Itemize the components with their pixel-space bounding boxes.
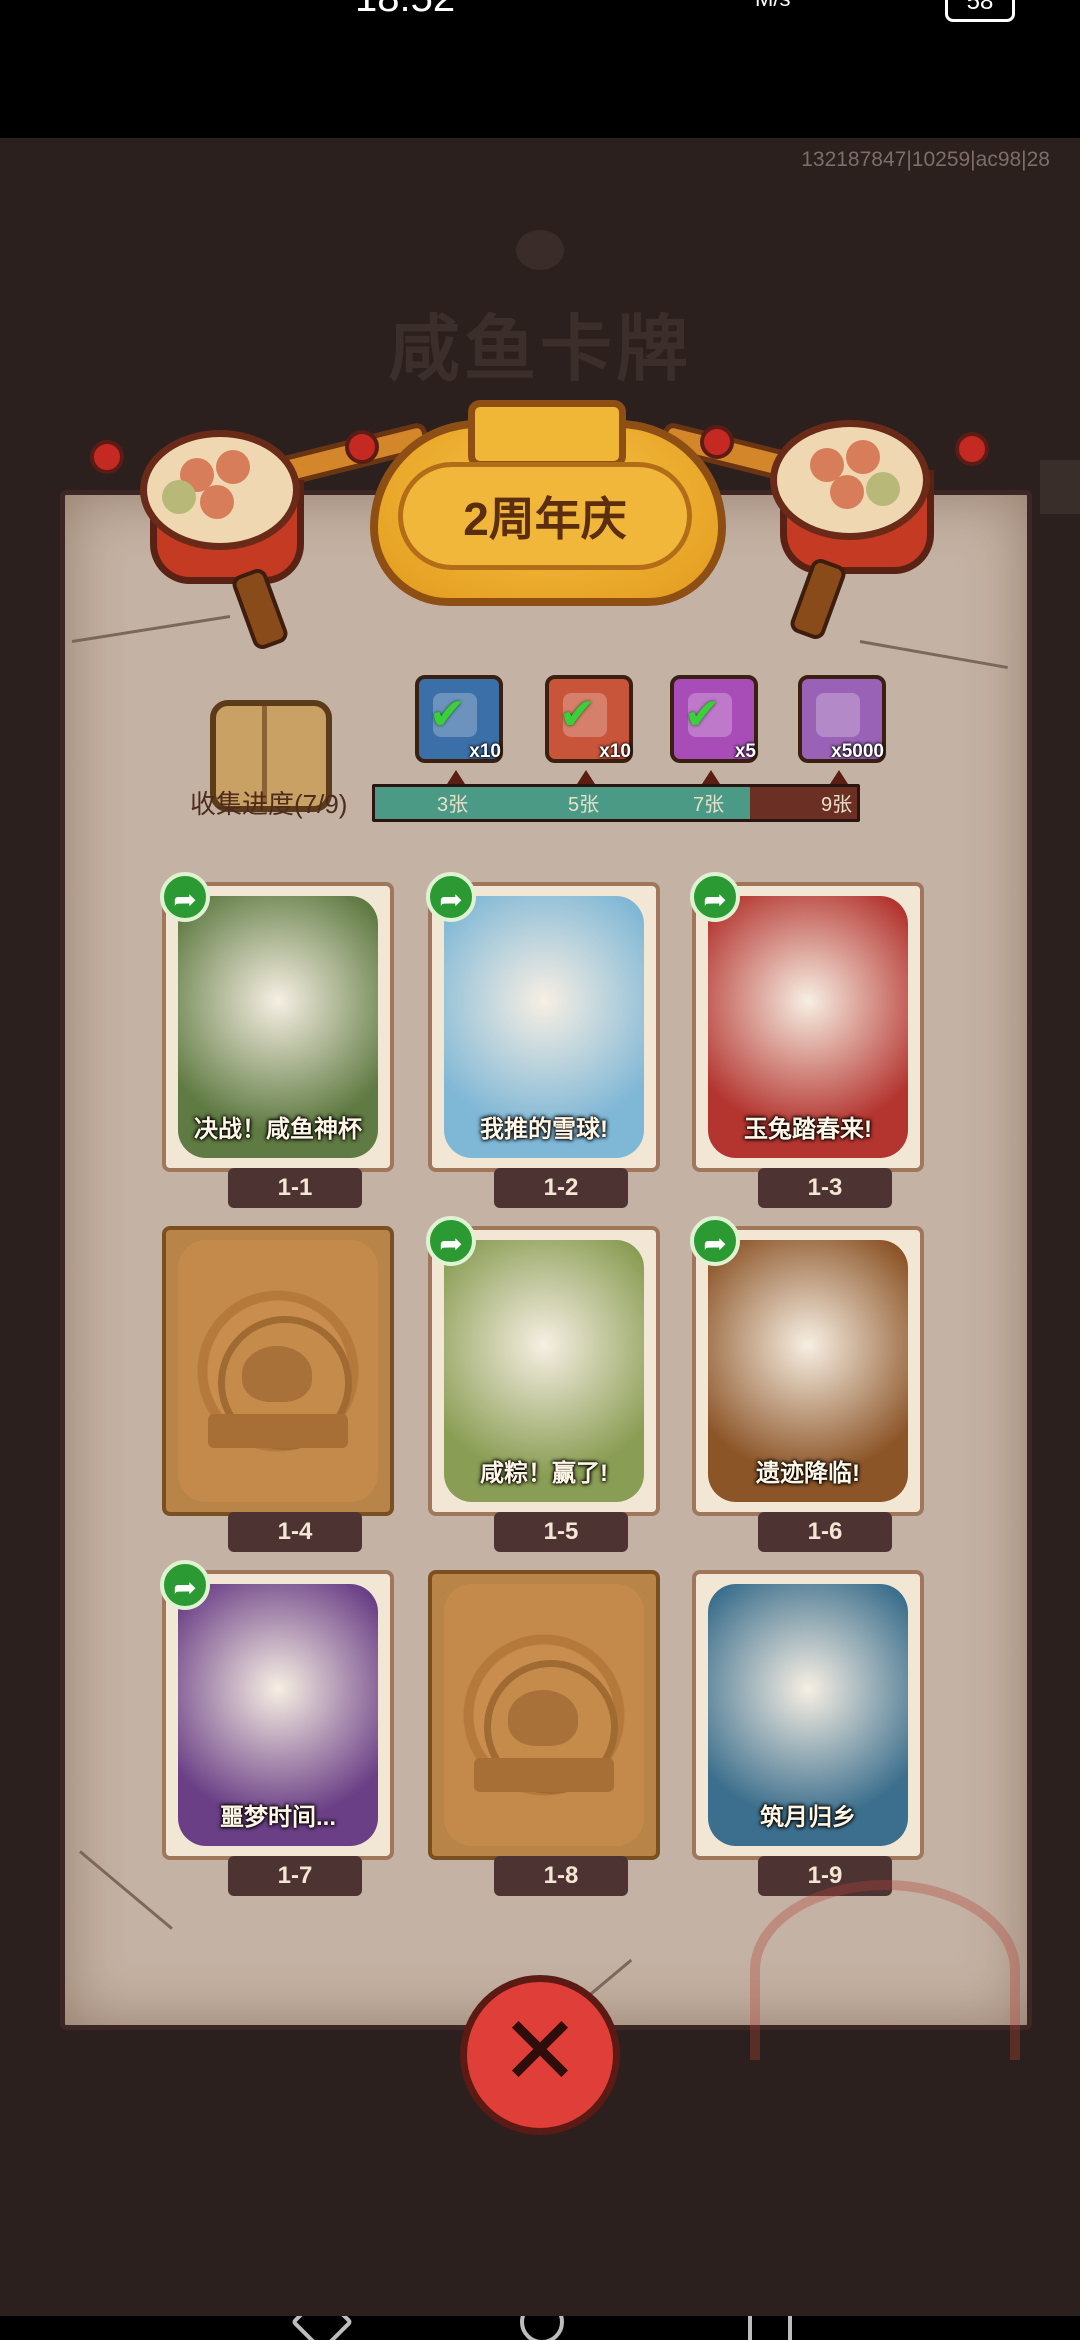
card-1-7[interactable]: 噩梦时间... bbox=[162, 1570, 394, 1860]
card-number-label: 1-3 bbox=[758, 1168, 892, 1208]
card-1-3[interactable]: 玉兔踏春来! bbox=[692, 882, 924, 1172]
milestone-marker bbox=[447, 770, 465, 784]
close-button[interactable]: ✕ bbox=[460, 1975, 620, 2135]
card-1-9[interactable]: 筑月归乡 bbox=[692, 1570, 924, 1860]
share-icon[interactable]: ➦ bbox=[426, 1216, 476, 1266]
milestone-marker bbox=[830, 770, 848, 784]
status-time: 18:52 bbox=[355, 0, 455, 21]
reward-qty: x5 bbox=[734, 741, 756, 762]
card-caption: 遗迹降临! bbox=[756, 1460, 860, 1487]
home-icon[interactable] bbox=[520, 2316, 564, 2340]
card-caption: 筑月归乡 bbox=[760, 1804, 856, 1831]
checkmark-icon: ✔ bbox=[429, 690, 466, 739]
drum-left-icon bbox=[140, 430, 304, 652]
drum-right-icon bbox=[770, 420, 934, 642]
seal-stamp bbox=[750, 1880, 1020, 2060]
card-number-label: 1-1 bbox=[228, 1168, 362, 1208]
knob-icon bbox=[955, 432, 989, 466]
recents-icon[interactable] bbox=[748, 2316, 792, 2340]
milestone-label: 5张 bbox=[568, 794, 600, 816]
debug-id: 132187847|10259|ac98|28 bbox=[801, 148, 1050, 171]
network-speed: M/s bbox=[755, 0, 790, 12]
share-icon[interactable]: ➦ bbox=[160, 872, 210, 922]
background-panel-edge bbox=[1040, 460, 1080, 514]
milestone-label: 9张 bbox=[821, 794, 853, 816]
collection-progress-label: 收集进度(7/9) bbox=[190, 789, 348, 819]
share-icon[interactable]: ➦ bbox=[160, 1560, 210, 1610]
share-icon[interactable]: ➦ bbox=[690, 872, 740, 922]
reward-qty: x10 bbox=[599, 741, 631, 762]
checkmark-icon: ✔ bbox=[559, 690, 596, 739]
card-number-label: 1-6 bbox=[758, 1512, 892, 1552]
card-1-5[interactable]: 咸粽！赢了! bbox=[428, 1226, 660, 1516]
ribbon-banner bbox=[208, 1414, 348, 1448]
reward-2[interactable]: ✔ x10 bbox=[545, 675, 633, 763]
back-icon[interactable] bbox=[290, 2316, 354, 2340]
gem-icon bbox=[816, 693, 860, 737]
close-icon: ✕ bbox=[499, 1998, 581, 2105]
share-icon[interactable]: ➦ bbox=[426, 872, 476, 922]
system-nav-bar bbox=[0, 2316, 1080, 2340]
reward-1[interactable]: ✔ x10 bbox=[415, 675, 503, 763]
ribbon-banner bbox=[474, 1758, 614, 1792]
milestone-label: 3张 bbox=[437, 794, 469, 816]
card-caption: 决战！咸鱼神杯 bbox=[194, 1116, 362, 1143]
card-1-4[interactable] bbox=[162, 1226, 394, 1516]
reward-4[interactable]: x5000 bbox=[798, 675, 886, 763]
card-number-label: 1-8 bbox=[494, 1856, 628, 1896]
card-number-label: 1-2 bbox=[494, 1168, 628, 1208]
reward-3[interactable]: ✔ x5 bbox=[670, 675, 758, 763]
card-number-label: 1-7 bbox=[228, 1856, 362, 1896]
card-1-1[interactable]: 决战！咸鱼神杯 bbox=[162, 882, 394, 1172]
share-icon[interactable]: ➦ bbox=[690, 1216, 740, 1266]
card-caption: 我推的雪球! bbox=[480, 1116, 608, 1143]
background-fish-icon bbox=[516, 230, 564, 270]
knob-icon bbox=[345, 430, 379, 464]
knob-icon bbox=[700, 425, 734, 459]
milestone-marker bbox=[577, 770, 595, 784]
reward-qty: x10 bbox=[469, 741, 501, 762]
fish-silhouette-icon bbox=[508, 1690, 578, 1746]
card-caption: 噩梦时间... bbox=[219, 1804, 336, 1831]
card-1-6[interactable]: 遗迹降临! bbox=[692, 1226, 924, 1516]
event-title: 2周年庆 bbox=[463, 493, 627, 545]
plaque-handle bbox=[468, 400, 626, 468]
card-number-label: 1-5 bbox=[494, 1512, 628, 1552]
fish-silhouette-icon bbox=[242, 1346, 312, 1402]
top-band bbox=[0, 24, 1080, 138]
milestone-label: 7张 bbox=[693, 794, 725, 816]
card-1-8[interactable] bbox=[428, 1570, 660, 1860]
card-1-2[interactable]: 我推的雪球! bbox=[428, 882, 660, 1172]
milestone-marker bbox=[702, 770, 720, 784]
background-title: 咸鱼卡牌 bbox=[387, 310, 692, 390]
knob-icon bbox=[90, 440, 124, 474]
reward-qty: x5000 bbox=[831, 741, 884, 762]
card-caption: 玉兔踏春来! bbox=[744, 1116, 872, 1143]
card-number-label: 1-4 bbox=[228, 1512, 362, 1552]
card-caption: 咸粽！赢了! bbox=[480, 1460, 608, 1487]
checkmark-icon: ✔ bbox=[684, 690, 721, 739]
status-bar: 18:52 M/s 58 bbox=[0, 0, 1080, 24]
battery-indicator: 58 bbox=[945, 0, 1015, 22]
